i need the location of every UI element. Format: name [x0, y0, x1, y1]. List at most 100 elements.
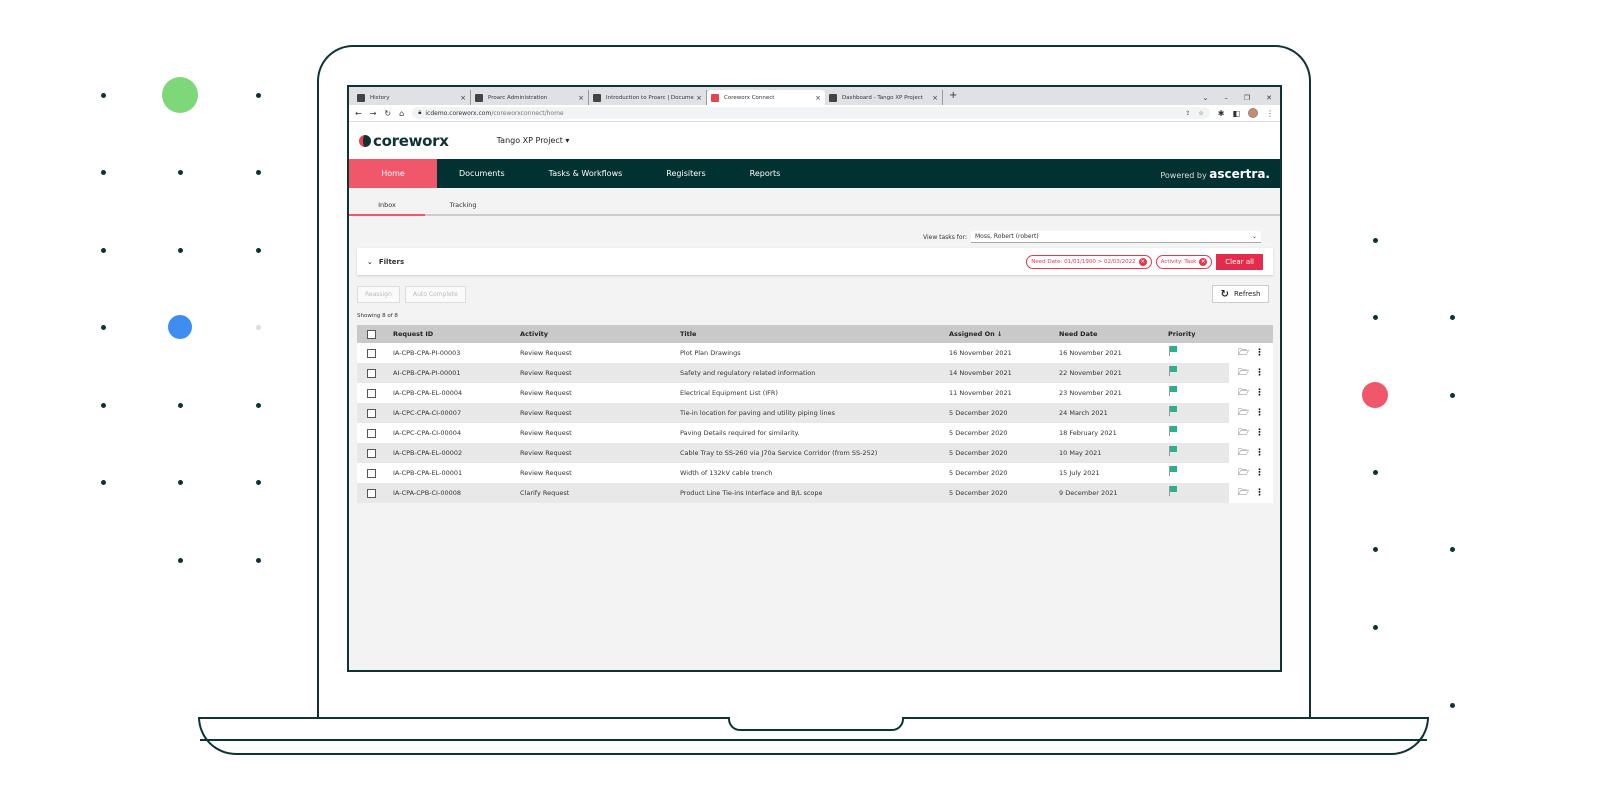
- cell-request-id[interactable]: IA-CPB-CPA-EL-00001: [393, 469, 462, 477]
- more-options-icon[interactable]: ⋮: [1255, 368, 1264, 378]
- auto-complete-button[interactable]: Auto Complete: [405, 286, 466, 303]
- tab-inbox[interactable]: Inbox: [349, 201, 425, 216]
- row-checkbox[interactable]: [367, 368, 376, 378]
- open-folder-icon[interactable]: 🗁︎: [1238, 485, 1249, 501]
- col-need-date[interactable]: Need Date: [1059, 330, 1097, 338]
- row-checkbox[interactable]: [367, 488, 376, 498]
- forward-icon[interactable]: →: [370, 109, 377, 118]
- table-row[interactable]: IA-CPC-CPA-CI-00007 Review Request Tie-in …: [357, 403, 1273, 423]
- menu-icon[interactable]: ⋮: [1266, 109, 1274, 118]
- row-actions: 🗁︎ ⋮: [1229, 423, 1273, 443]
- table-row[interactable]: IA-CPC-CPA-CI-00004 Review Request Paving …: [357, 423, 1273, 443]
- close-tab-icon[interactable]: ×: [578, 94, 584, 102]
- browser-tab[interactable]: Dashboard - Tango XP Project ×: [825, 90, 943, 105]
- restore-button[interactable]: ❐: [1244, 94, 1250, 102]
- browser-tab[interactable]: History ×: [353, 90, 471, 105]
- reassign-button[interactable]: Reassign: [357, 286, 400, 303]
- cell-assigned-on: 11 November 2021: [949, 389, 1012, 397]
- remove-filter-icon[interactable]: ×: [1199, 257, 1208, 266]
- refresh-button[interactable]: ↻ Refresh: [1212, 285, 1269, 303]
- home-icon[interactable]: ⌂: [399, 109, 404, 118]
- close-tab-icon[interactable]: ×: [460, 94, 466, 102]
- more-options-icon[interactable]: ⋮: [1255, 488, 1264, 498]
- star-icon[interactable]: ☆: [1198, 110, 1203, 117]
- open-folder-icon[interactable]: 🗁︎: [1238, 365, 1249, 381]
- clear-all-button[interactable]: Clear all: [1216, 253, 1263, 270]
- row-checkbox[interactable]: [367, 348, 376, 358]
- main-nav: Home Documents Tasks & Workflows Regisiters…: [349, 159, 1280, 188]
- row-checkbox[interactable]: [367, 448, 376, 458]
- new-tab-button[interactable]: +: [943, 90, 963, 105]
- more-options-icon[interactable]: ⋮: [1255, 448, 1264, 458]
- reload-icon[interactable]: ↻: [384, 109, 391, 118]
- open-folder-icon[interactable]: 🗁︎: [1238, 345, 1249, 361]
- row-actions: 🗁︎ ⋮: [1229, 463, 1273, 483]
- profile-avatar[interactable]: [1248, 108, 1258, 118]
- project-selector[interactable]: Tango XP Project ▾: [497, 136, 570, 145]
- cell-request-id[interactable]: IA-CPB-CPA-EL-00002: [393, 449, 462, 457]
- sidepanel-icon[interactable]: ◧: [1232, 109, 1240, 118]
- url-input[interactable]: 🔒︎ icdemo.coreworx.com/coreworxconnect/ho…: [412, 107, 1210, 119]
- nav-item-documents[interactable]: Documents: [437, 159, 527, 188]
- cell-title: Safety and regulatory related informatio…: [680, 369, 816, 377]
- cell-request-id[interactable]: IA-CPC-CPA-CI-00004: [393, 429, 461, 437]
- cell-request-id[interactable]: IA-CPA-CPB-CI-00008: [393, 489, 461, 497]
- remove-filter-icon[interactable]: ×: [1138, 257, 1147, 266]
- cell-activity: Review Request: [520, 429, 572, 437]
- more-options-icon[interactable]: ⋮: [1255, 408, 1264, 418]
- tab-tracking[interactable]: Tracking: [425, 201, 501, 214]
- cell-title: Tie-in location for paving and utility p…: [680, 409, 835, 417]
- open-folder-icon[interactable]: 🗁︎: [1238, 425, 1249, 441]
- open-folder-icon[interactable]: 🗁︎: [1238, 405, 1249, 421]
- table-row[interactable]: IA-CPB-CPA-EL-00001 Review Request Width o…: [357, 463, 1273, 483]
- row-checkbox[interactable]: [367, 388, 376, 398]
- cell-request-id[interactable]: IA-CPB-CPA-EL-00004: [393, 389, 462, 397]
- table-row[interactable]: AI-CPB-CPA-PI-00001 Review Request Safety …: [357, 363, 1273, 383]
- cell-request-id[interactable]: IA-CPB-CPA-PI-00003: [393, 349, 460, 357]
- browser-tab[interactable]: Coreworx Connect ×: [707, 90, 825, 105]
- row-checkbox[interactable]: [367, 468, 376, 478]
- browser-tab[interactable]: Introduction to Proarc | Docume ×: [589, 90, 707, 105]
- col-assigned-on[interactable]: Assigned On ↓: [949, 330, 1002, 338]
- cell-request-id[interactable]: IA-CPC-CPA-CI-00007: [393, 409, 461, 417]
- col-activity[interactable]: Activity: [520, 330, 548, 338]
- open-folder-icon[interactable]: 🗁︎: [1238, 445, 1249, 461]
- select-all-checkbox[interactable]: [367, 329, 376, 339]
- row-checkbox[interactable]: [367, 428, 376, 438]
- nav-item-regisiters[interactable]: Regisiters: [644, 159, 727, 188]
- tab-search-icon[interactable]: ⌄: [1202, 94, 1208, 102]
- coreworx-logo[interactable]: coreworx: [359, 132, 449, 150]
- close-tab-icon[interactable]: ×: [932, 94, 938, 102]
- chevron-down-icon[interactable]: ⌄: [367, 258, 373, 266]
- table-row[interactable]: IA-CPB-CPA-EL-00002 Review Request Cable T…: [357, 443, 1273, 463]
- more-options-icon[interactable]: ⋮: [1255, 348, 1264, 358]
- open-folder-icon[interactable]: 🗁︎: [1238, 385, 1249, 401]
- table-row[interactable]: IA-CPA-CPB-CI-00008 Clarify Request Produc…: [357, 483, 1273, 503]
- minimize-button[interactable]: –: [1224, 94, 1228, 102]
- close-tab-icon[interactable]: ×: [815, 94, 821, 102]
- more-options-icon[interactable]: ⋮: [1255, 428, 1264, 438]
- share-icon[interactable]: ⇪: [1185, 110, 1190, 117]
- back-icon[interactable]: ←: [355, 109, 362, 118]
- close-window-button[interactable]: ✕: [1266, 94, 1272, 102]
- nav-item-reports[interactable]: Reports: [728, 159, 803, 188]
- close-tab-icon[interactable]: ×: [696, 94, 702, 102]
- col-request-id[interactable]: Request ID: [393, 330, 433, 338]
- open-folder-icon[interactable]: 🗁︎: [1238, 465, 1249, 481]
- cell-need-date: 22 November 2021: [1059, 369, 1122, 377]
- cell-request-id[interactable]: AI-CPB-CPA-PI-00001: [393, 369, 461, 377]
- nav-item-home[interactable]: Home: [349, 159, 437, 188]
- browser-tab[interactable]: Proarc Administration ×: [471, 90, 589, 105]
- row-checkbox[interactable]: [367, 408, 376, 418]
- nav-item-tasks-workflows[interactable]: Tasks & Workflows: [527, 159, 645, 188]
- col-title[interactable]: Title: [680, 330, 696, 338]
- table-row[interactable]: IA-CPB-CPA-EL-00004 Review Request Electri…: [357, 383, 1273, 403]
- view-tasks-select[interactable]: Moss, Robert (robert) ⌄: [970, 231, 1261, 243]
- priority-flag-icon: [1169, 346, 1177, 356]
- filters-toggle[interactable]: Filters: [379, 258, 404, 266]
- more-options-icon[interactable]: ⋮: [1255, 468, 1264, 478]
- extensions-icon[interactable]: ✱: [1218, 109, 1225, 118]
- table-row[interactable]: IA-CPB-CPA-PI-00003 Review Request Plot Pl…: [357, 343, 1273, 363]
- more-options-icon[interactable]: ⋮: [1255, 388, 1264, 398]
- col-priority[interactable]: Priority: [1168, 330, 1195, 338]
